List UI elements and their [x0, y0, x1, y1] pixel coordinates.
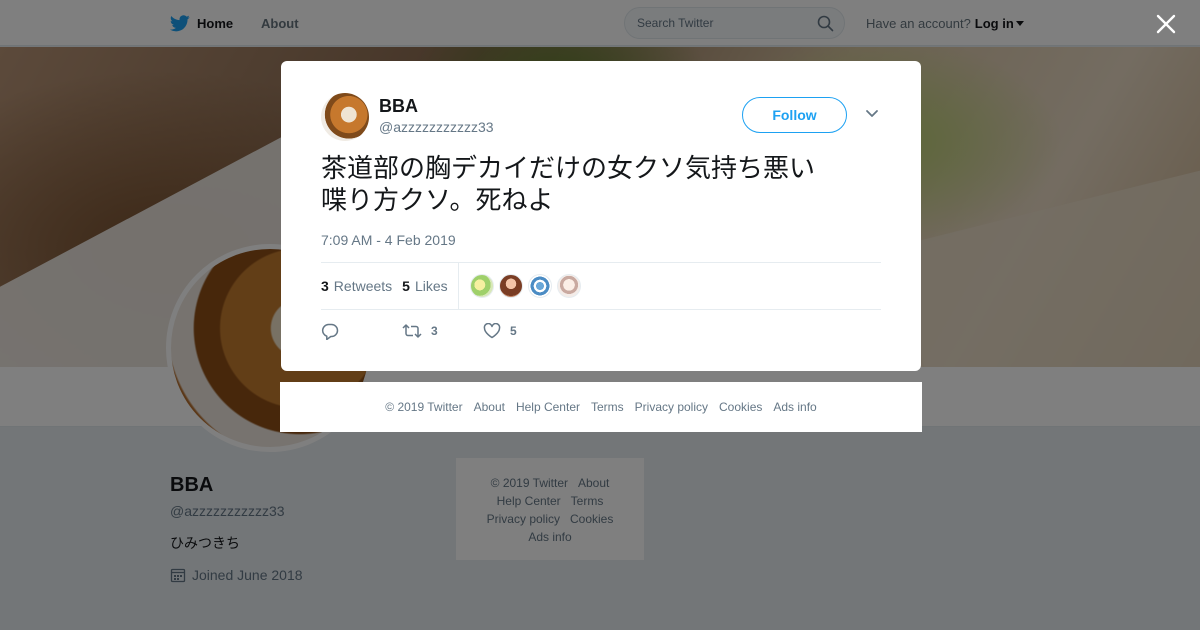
close-icon[interactable]: [1154, 12, 1178, 36]
tweet-actions: 3 5: [321, 320, 517, 342]
modal-footer: © 2019 Twitter About Help Center Terms P…: [280, 382, 922, 432]
liker-avatar[interactable]: [498, 274, 523, 298]
tweet-text-line-1: 茶道部の胸デカイだけの女クソ気持ち悪い: [321, 154, 816, 184]
liker-avatar[interactable]: [527, 274, 552, 298]
like-action[interactable]: 5: [483, 323, 517, 339]
retweet-action-count: 3: [431, 324, 438, 338]
modal-footer-link-privacy[interactable]: Privacy policy: [635, 400, 708, 414]
retweet-icon[interactable]: [402, 323, 422, 339]
likes-label: Likes: [414, 278, 448, 294]
retweets-count: 3: [321, 278, 329, 294]
modal-footer-link-terms[interactable]: Terms: [591, 400, 624, 414]
chevron-down-icon[interactable]: [865, 109, 879, 119]
tweet-stats: 3 Retweets 5 Likes: [321, 262, 881, 310]
tweet-author-handle[interactable]: @azzzzzzzzzzz33: [379, 119, 494, 135]
tweet-author-avatar[interactable]: [321, 93, 369, 141]
liker-avatar[interactable]: [469, 274, 494, 298]
like-action-count: 5: [510, 324, 517, 338]
modal-footer-copyright: © 2019 Twitter: [385, 400, 463, 414]
modal-footer-link-about[interactable]: About: [474, 400, 505, 414]
tweet-modal: BBA @azzzzzzzzzzz33 Follow 茶道部の胸デカイだけの女ク…: [281, 61, 921, 371]
tweet-author-name[interactable]: BBA: [379, 96, 418, 117]
modal-footer-link-ads[interactable]: Ads info: [773, 400, 816, 414]
like-icon[interactable]: [483, 323, 501, 339]
retweets-stat[interactable]: 3 Retweets: [321, 278, 392, 294]
tweet-timestamp[interactable]: 7:09 AM - 4 Feb 2019: [321, 232, 456, 248]
modal-footer-link-help[interactable]: Help Center: [516, 400, 580, 414]
reply-action[interactable]: [321, 323, 402, 340]
tweet-text: 茶道部の胸デカイだけの女クソ気持ち悪い 喋り方クソ。死ねよ: [321, 153, 881, 217]
follow-button[interactable]: Follow: [742, 97, 847, 133]
stats-divider: [457, 263, 459, 309]
retweet-action[interactable]: 3: [402, 323, 483, 339]
liker-avatar[interactable]: [556, 274, 581, 298]
tweet-text-line-2: 喋り方クソ。死ねよ: [321, 186, 554, 216]
modal-footer-link-cookies[interactable]: Cookies: [719, 400, 762, 414]
likes-count: 5: [402, 278, 410, 294]
retweets-label: Retweets: [333, 278, 393, 294]
reply-icon[interactable]: [321, 323, 339, 340]
likes-stat[interactable]: 5 Likes: [402, 278, 447, 294]
